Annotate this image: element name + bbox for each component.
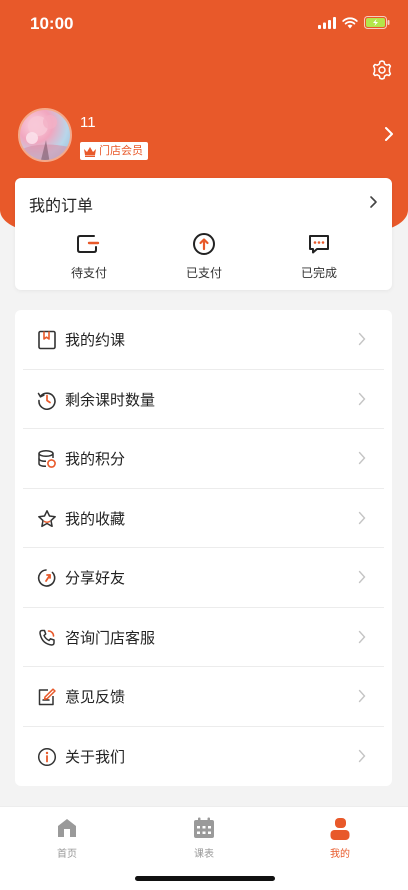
menu-item-remaining-hours[interactable]: 剩余课时数量 (15, 370, 392, 429)
avatar[interactable] (18, 108, 72, 162)
orders-card: 我的订单 待支付 已支付 已完成 (15, 178, 392, 290)
menu-item-label: 我的收藏 (65, 509, 126, 528)
tab-schedule[interactable]: 课表 (174, 817, 234, 860)
menu-item-feedback[interactable]: 意见反馈 (15, 667, 392, 727)
menu-item-share-friends[interactable]: 分享好友 (15, 548, 392, 608)
menu-item-label: 意见反馈 (65, 688, 126, 706)
order-paid[interactable]: 已支付 (164, 232, 244, 281)
signal-icon (318, 16, 336, 29)
settings-button[interactable] (370, 58, 394, 82)
completed-icon (309, 235, 329, 254)
orders-view-all-button[interactable] (369, 194, 378, 213)
menu-card: 我的约课 剩余课时数量 我的积分 我的收藏 分享好友 咨询门店客服 意见反馈 关… (15, 310, 392, 786)
wifi-icon (342, 16, 358, 28)
status-bar: 10:00 (0, 0, 408, 48)
menu-item-label: 咨询门店客服 (65, 628, 156, 647)
tab-mine[interactable]: 我的 (310, 817, 370, 860)
status-time: 10:00 (30, 14, 74, 33)
order-pending-payment-label: 待支付 (70, 266, 107, 280)
chevron-right-icon (358, 332, 366, 346)
chevron-right-icon (358, 511, 366, 524)
chevron-right-icon (358, 689, 366, 703)
tab-home-label: 首页 (57, 849, 77, 860)
status-icons (318, 16, 390, 29)
home-icon (58, 819, 76, 837)
feedback-icon (38, 688, 56, 706)
pending-payment-icon (77, 235, 100, 253)
calendar-icon (194, 817, 214, 838)
menu-item-label: 我的约课 (65, 331, 126, 349)
menu-item-my-favorites[interactable]: 我的收藏 (15, 489, 392, 548)
menu-item-label: 关于我们 (65, 747, 126, 766)
chevron-right-icon (385, 127, 393, 141)
home-indicator (135, 876, 275, 881)
member-badge-label: 门店会员 (99, 144, 143, 157)
chevron-right-icon (358, 451, 366, 465)
crown-icon (84, 146, 96, 157)
info-icon (37, 747, 57, 766)
history-icon (37, 391, 56, 410)
chevron-right-icon (358, 570, 366, 584)
tab-schedule-label: 课表 (194, 849, 214, 860)
menu-item-store-service[interactable]: 咨询门店客服 (15, 608, 392, 667)
booking-icon (38, 330, 56, 350)
menu-item-my-points[interactable]: 我的积分 (15, 429, 392, 489)
profile-detail-button[interactable] (384, 126, 394, 146)
menu-item-label: 分享好友 (65, 569, 126, 587)
orders-title: 我的订单 (29, 196, 94, 215)
share-icon (37, 569, 56, 587)
order-completed-label: 已完成 (300, 266, 337, 280)
order-paid-label: 已支付 (185, 266, 222, 280)
chevron-right-icon (358, 749, 366, 762)
phone-icon (39, 629, 55, 646)
order-completed[interactable]: 已完成 (279, 232, 359, 281)
order-pending-payment[interactable]: 待支付 (49, 232, 129, 281)
menu-item-about-us[interactable]: 关于我们 (15, 727, 392, 787)
menu-item-label: 我的积分 (65, 450, 126, 468)
gear-icon (372, 60, 392, 80)
chevron-right-icon (358, 392, 366, 405)
chevron-right-icon (370, 196, 377, 208)
user-icon (330, 818, 350, 840)
points-icon (38, 449, 56, 468)
tab-home[interactable]: 首页 (37, 817, 97, 860)
username: 11 (80, 114, 96, 131)
menu-item-label: 剩余课时数量 (65, 390, 156, 409)
paid-icon (193, 233, 215, 255)
star-icon (38, 509, 56, 527)
chevron-right-icon (358, 630, 366, 643)
battery-icon (364, 16, 390, 29)
member-badge: 门店会员 (80, 142, 148, 160)
menu-item-my-bookings[interactable]: 我的约课 (15, 310, 392, 370)
tab-mine-label: 我的 (330, 849, 350, 860)
